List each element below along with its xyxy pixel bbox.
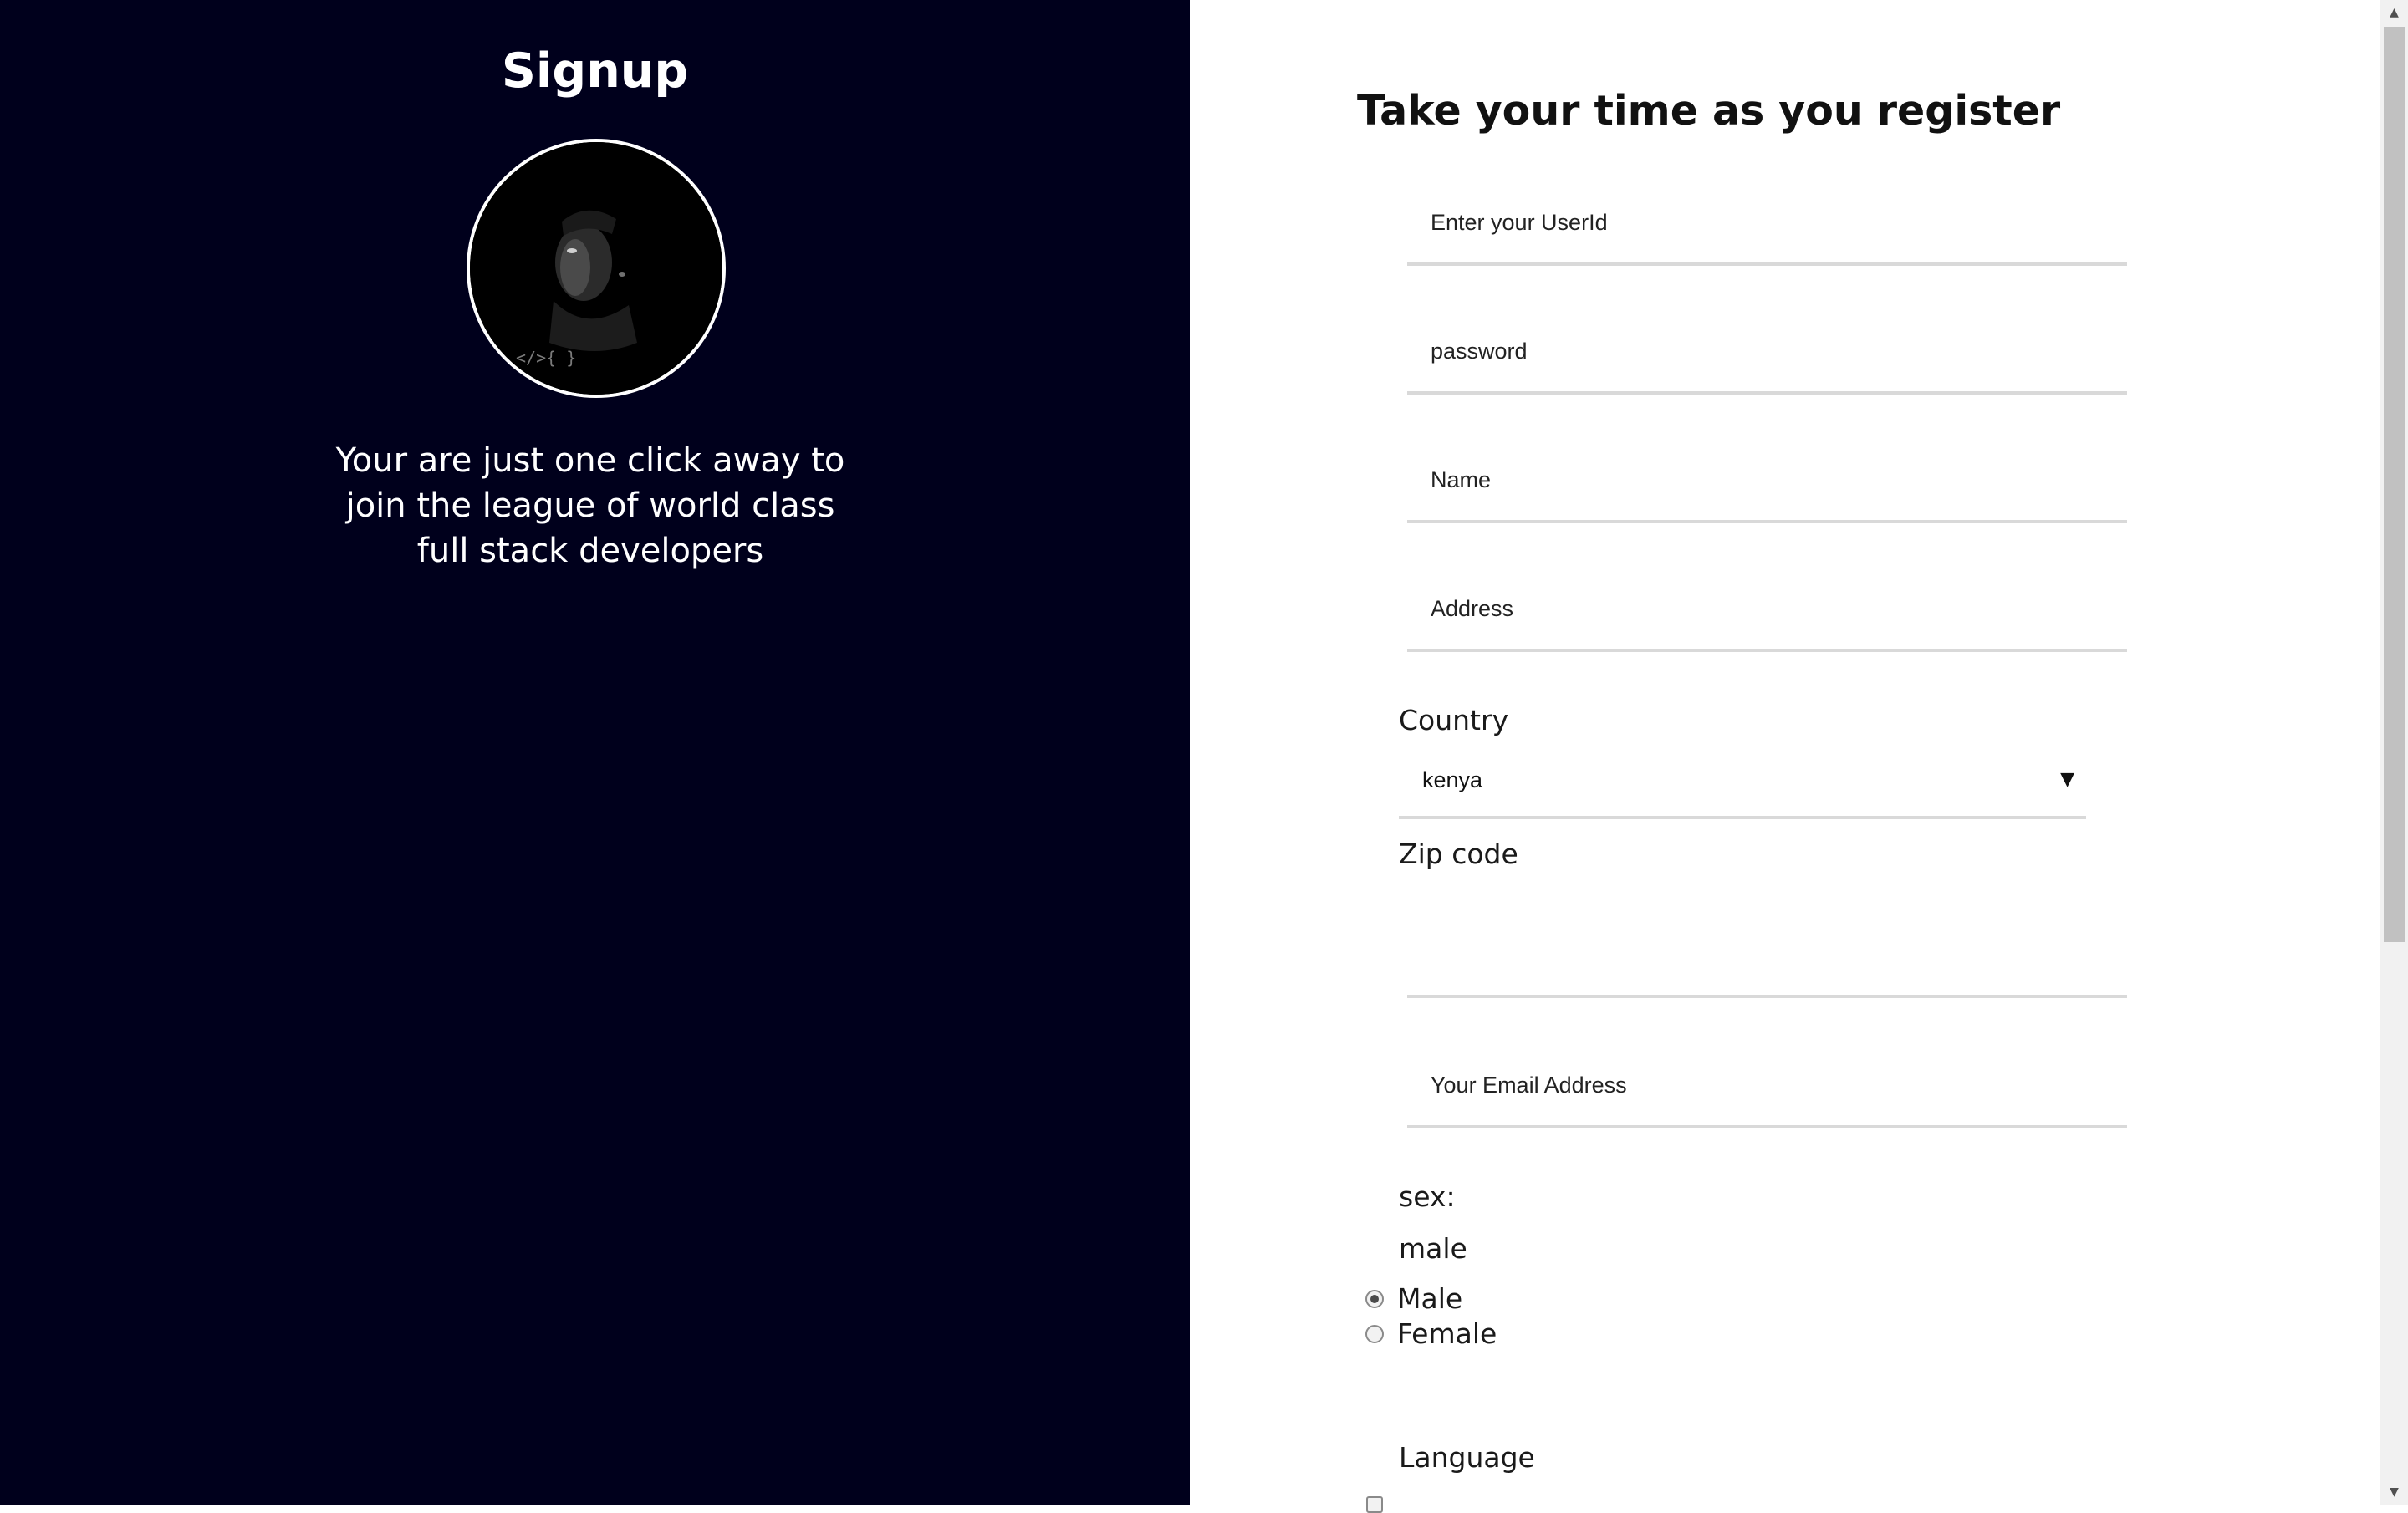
address-input[interactable] <box>1407 568 2127 652</box>
password-input[interactable] <box>1407 311 2127 395</box>
tagline: Your are just one click away to join the… <box>335 441 845 570</box>
female-radio[interactable] <box>1365 1324 1384 1343</box>
email-input[interactable] <box>1407 1045 2127 1128</box>
language-checkbox[interactable] <box>1366 1496 1383 1513</box>
sex-label: sex: <box>1399 1180 1456 1213</box>
chevron-down-icon: ▼ <box>2060 769 2074 790</box>
scroll-up-icon[interactable]: ▲ <box>2380 0 2408 25</box>
sex-current-value: male <box>1399 1232 1467 1265</box>
vertical-scrollbar[interactable]: ▲ ▼ <box>2380 0 2408 1505</box>
zip-code-input[interactable] <box>1407 914 2127 998</box>
zip-code-label: Zip code <box>1399 838 1518 870</box>
left-panel: Signup </>{ } Your are just one click aw… <box>0 0 1190 1505</box>
avatar-photo: </>{ } <box>470 142 722 395</box>
country-select[interactable]: kenya ▼ <box>1399 751 2086 819</box>
male-radio[interactable] <box>1365 1289 1384 1308</box>
avatar-caption: </>{ } <box>516 348 576 368</box>
female-radio-label: Female <box>1397 1317 1497 1350</box>
name-input[interactable] <box>1407 440 2127 523</box>
country-label: Country <box>1399 704 1509 736</box>
form-title: Take your time as you register <box>1357 87 2061 135</box>
country-select-value: kenya <box>1422 767 1483 792</box>
signup-title: Signup <box>501 43 689 99</box>
scroll-thumb[interactable] <box>2384 27 2405 942</box>
sex-option-female[interactable]: Female <box>1365 1317 1497 1350</box>
sex-option-male[interactable]: Male <box>1365 1282 1462 1315</box>
registration-form: Take your time as you register Country k… <box>1190 0 2380 1513</box>
scroll-down-icon[interactable]: ▼ <box>2380 1480 2408 1505</box>
language-label: Language <box>1399 1441 1535 1474</box>
male-radio-label: Male <box>1397 1282 1463 1315</box>
avatar: </>{ } <box>467 139 726 398</box>
userid-input[interactable] <box>1407 182 2127 266</box>
